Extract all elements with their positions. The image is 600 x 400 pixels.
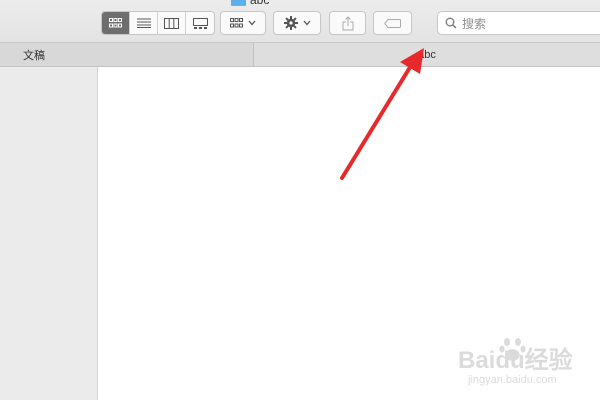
view-mode-segmented-control xyxy=(101,11,215,35)
chevron-down-icon xyxy=(248,20,256,26)
action-button[interactable] xyxy=(273,11,321,35)
search-placeholder: 搜索 xyxy=(462,16,487,31)
path-item-current-folder[interactable]: abc xyxy=(253,43,600,66)
share-button[interactable] xyxy=(329,11,366,35)
share-icon xyxy=(342,15,353,30)
sidebar[interactable] xyxy=(0,67,98,400)
window-title-area: abc xyxy=(231,0,269,7)
gear-icon xyxy=(283,16,298,30)
path-item-documents-label: 文稿 xyxy=(23,49,45,62)
watermark-url: jingyan.baidu.com xyxy=(468,374,557,386)
window-title: abc xyxy=(250,0,270,7)
search-icon xyxy=(445,17,457,29)
list-icon xyxy=(136,18,151,28)
toolbar: abc 搜索 xyxy=(0,0,600,42)
arrange-button[interactable] xyxy=(220,11,266,35)
folder-icon xyxy=(231,0,246,6)
gallery-view-button[interactable] xyxy=(186,12,214,34)
column-header-bar: 文稿 abc xyxy=(0,42,600,67)
icon-view-button[interactable] xyxy=(102,12,130,34)
path-item-current-folder-label: abc xyxy=(418,48,436,61)
list-view-button[interactable] xyxy=(130,12,158,34)
columns-icon xyxy=(164,17,179,29)
grid-icon xyxy=(109,18,122,28)
tag-icon xyxy=(384,18,401,28)
chevron-down-icon xyxy=(303,20,310,26)
path-item-documents[interactable]: 文稿 xyxy=(0,43,253,66)
watermark-brand: Baidu经验 xyxy=(458,347,573,374)
search-field[interactable]: 搜索 xyxy=(437,11,600,35)
baidu-jingyan-watermark: Baidu经验 jingyan.baidu.com xyxy=(440,332,600,392)
tag-button[interactable] xyxy=(373,11,412,35)
grid-icon xyxy=(230,18,243,28)
column-view-button[interactable] xyxy=(158,12,186,34)
gallery-icon xyxy=(192,17,208,29)
